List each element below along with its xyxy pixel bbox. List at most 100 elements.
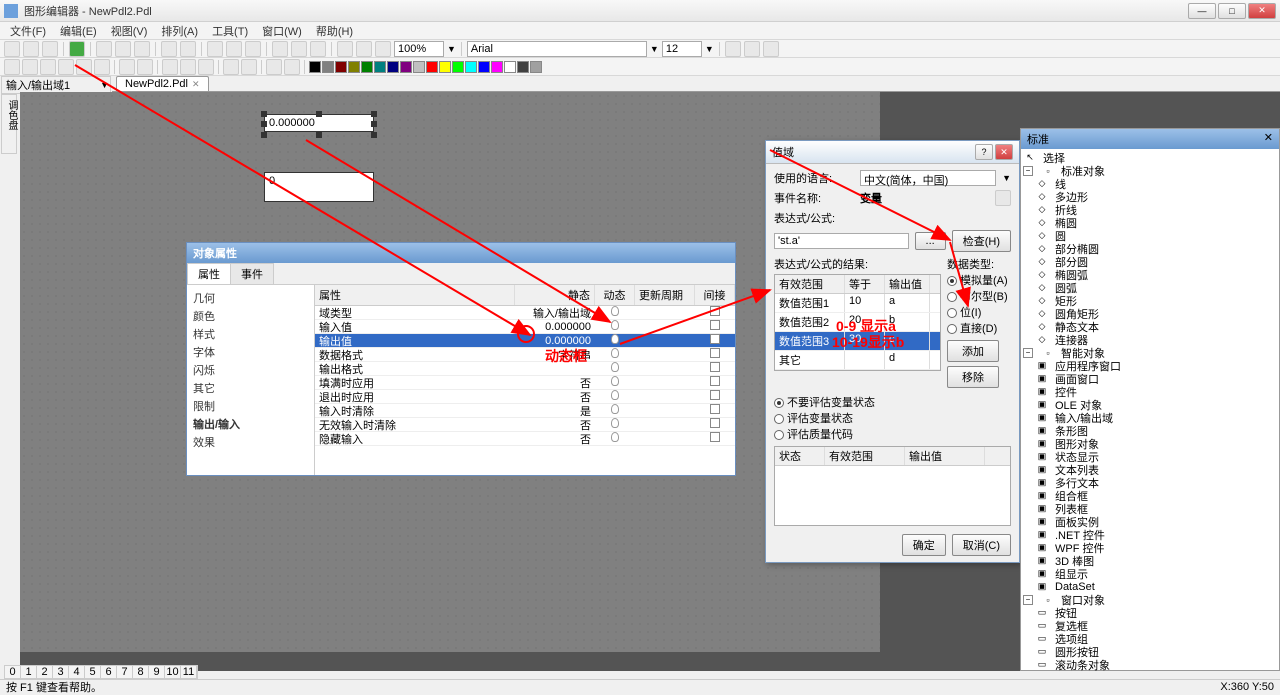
color-swatch[interactable]	[478, 61, 490, 73]
line-color-button[interactable]	[744, 41, 760, 57]
palette-close-icon[interactable]: ✕	[1264, 131, 1273, 147]
run-button[interactable]	[69, 41, 85, 57]
color-swatch[interactable]	[491, 61, 503, 73]
prop-tree[interactable]: 几何 颜色 样式 字体 闪烁 其它 限制 输出/输入 效果	[187, 285, 315, 475]
align-right-button[interactable]	[40, 59, 56, 75]
minimize-button[interactable]: —	[1188, 3, 1216, 19]
flip-v-button[interactable]	[180, 59, 196, 75]
redo-button[interactable]	[180, 41, 196, 57]
radio-analog[interactable]	[947, 276, 957, 286]
remove-button[interactable]: 移除	[947, 366, 999, 388]
io-field-2[interactable]: 0	[264, 172, 374, 202]
new-button[interactable]	[4, 41, 20, 57]
align-top-button[interactable]	[58, 59, 74, 75]
send-back-button[interactable]	[241, 59, 257, 75]
tb-btn-c[interactable]	[310, 41, 326, 57]
expression-input[interactable]: 'st.a'	[774, 233, 909, 249]
tree-geometry[interactable]: 几何	[191, 289, 310, 307]
align-bottom-button[interactable]	[94, 59, 110, 75]
tab-document[interactable]: NewPdl2.Pdl ✕	[116, 76, 209, 91]
radio-direct[interactable]	[947, 324, 957, 334]
color-swatch[interactable]	[413, 61, 425, 73]
palette-item[interactable]: −▫管对象	[1023, 671, 1277, 672]
color-swatch[interactable]	[452, 61, 464, 73]
cut-button[interactable]	[96, 41, 112, 57]
event-browse-icon[interactable]	[995, 190, 1011, 206]
font-combo[interactable]: Arial	[467, 41, 647, 57]
layout-button[interactable]	[245, 41, 261, 57]
menu-window[interactable]: 窗口(W)	[256, 22, 308, 40]
color-swatch[interactable]	[465, 61, 477, 73]
dialog-help-button[interactable]: ?	[975, 144, 993, 160]
color-swatch[interactable]	[374, 61, 386, 73]
save-button[interactable]	[42, 41, 58, 57]
expr-browse-button[interactable]: ...	[915, 232, 946, 250]
color-swatch[interactable]	[309, 61, 321, 73]
bring-front-button[interactable]	[223, 59, 239, 75]
tab-close-icon[interactable]: ✕	[192, 79, 200, 90]
paste-button[interactable]	[134, 41, 150, 57]
tree-effect[interactable]: 效果	[191, 433, 310, 451]
fill-color-button[interactable]	[763, 41, 779, 57]
radio-bit[interactable]	[947, 308, 957, 318]
menu-tools[interactable]: 工具(T)	[206, 22, 254, 40]
radio-eval-var[interactable]	[774, 414, 784, 424]
palette-item[interactable]: ▣组显示	[1023, 567, 1277, 580]
tree-misc[interactable]: 其它	[191, 379, 310, 397]
align-mid-button[interactable]	[76, 59, 92, 75]
add-button[interactable]: 添加	[947, 340, 999, 362]
tree-style[interactable]: 样式	[191, 325, 310, 343]
radio-eval-none[interactable]	[774, 398, 784, 408]
open-button[interactable]	[23, 41, 39, 57]
color-swatch[interactable]	[348, 61, 360, 73]
prop-row[interactable]: 隐藏输入否	[315, 432, 735, 446]
left-dock-palette-toggle[interactable]: 调色盘	[1, 94, 17, 154]
distr-v-button[interactable]	[137, 59, 153, 75]
color-swatch[interactable]	[504, 61, 516, 73]
range-row[interactable]: 数值范围110a	[775, 294, 940, 313]
status-table[interactable]: 状态 有效范围 输出值	[774, 446, 1011, 526]
color-swatch[interactable]	[530, 61, 542, 73]
color-swatch[interactable]	[335, 61, 347, 73]
font-size-combo[interactable]: 12	[662, 41, 702, 57]
palette-list[interactable]: ↖选择−▫标准对象◇线◇多边形◇折线◇椭圆◇圆◇部分椭圆◇部分圆◇椭圆弧◇圆弧◇…	[1021, 149, 1279, 672]
ungroup-button[interactable]	[284, 59, 300, 75]
zoom-in-button[interactable]	[337, 41, 353, 57]
grid-button[interactable]	[207, 41, 223, 57]
menu-view[interactable]: 视图(V)	[105, 22, 154, 40]
zoom-combo[interactable]: 100%	[394, 41, 444, 57]
flip-h-button[interactable]	[162, 59, 178, 75]
color-swatch[interactable]	[400, 61, 412, 73]
radio-eval-qc[interactable]	[774, 430, 784, 440]
check-button[interactable]: 检查(H)	[952, 230, 1011, 252]
copy-button[interactable]	[115, 41, 131, 57]
tree-output-input[interactable]: 输出/输入	[191, 415, 310, 433]
color-swatch[interactable]	[322, 61, 334, 73]
group-button[interactable]	[266, 59, 282, 75]
maximize-button[interactable]: □	[1218, 3, 1246, 19]
menu-file[interactable]: 文件(F)	[4, 22, 52, 40]
tree-font[interactable]: 字体	[191, 343, 310, 361]
color-swatch[interactable]	[439, 61, 451, 73]
tree-color[interactable]: 颜色	[191, 307, 310, 325]
ruler-horizontal[interactable]: 01234567891011	[4, 665, 198, 679]
dialog-close-button[interactable]: ✕	[995, 144, 1013, 160]
tree-flash[interactable]: 闪烁	[191, 361, 310, 379]
rotate-button[interactable]	[198, 59, 214, 75]
color-swatch[interactable]	[361, 61, 373, 73]
zoom-out-button[interactable]	[356, 41, 372, 57]
align-left-button[interactable]	[4, 59, 20, 75]
menu-arrange[interactable]: 排列(A)	[155, 22, 204, 40]
align-center-button[interactable]	[22, 59, 38, 75]
color-swatch[interactable]	[517, 61, 529, 73]
tab-attributes[interactable]: 属性	[187, 263, 231, 284]
tb-btn-b[interactable]	[291, 41, 307, 57]
zoom-fit-button[interactable]	[375, 41, 391, 57]
font-color-button[interactable]	[725, 41, 741, 57]
tab-events[interactable]: 事件	[230, 263, 274, 284]
menu-help[interactable]: 帮助(H)	[310, 22, 359, 40]
radio-bool[interactable]	[947, 292, 957, 302]
menu-edit[interactable]: 编辑(E)	[54, 22, 103, 40]
color-swatch[interactable]	[426, 61, 438, 73]
color-swatch[interactable]	[387, 61, 399, 73]
